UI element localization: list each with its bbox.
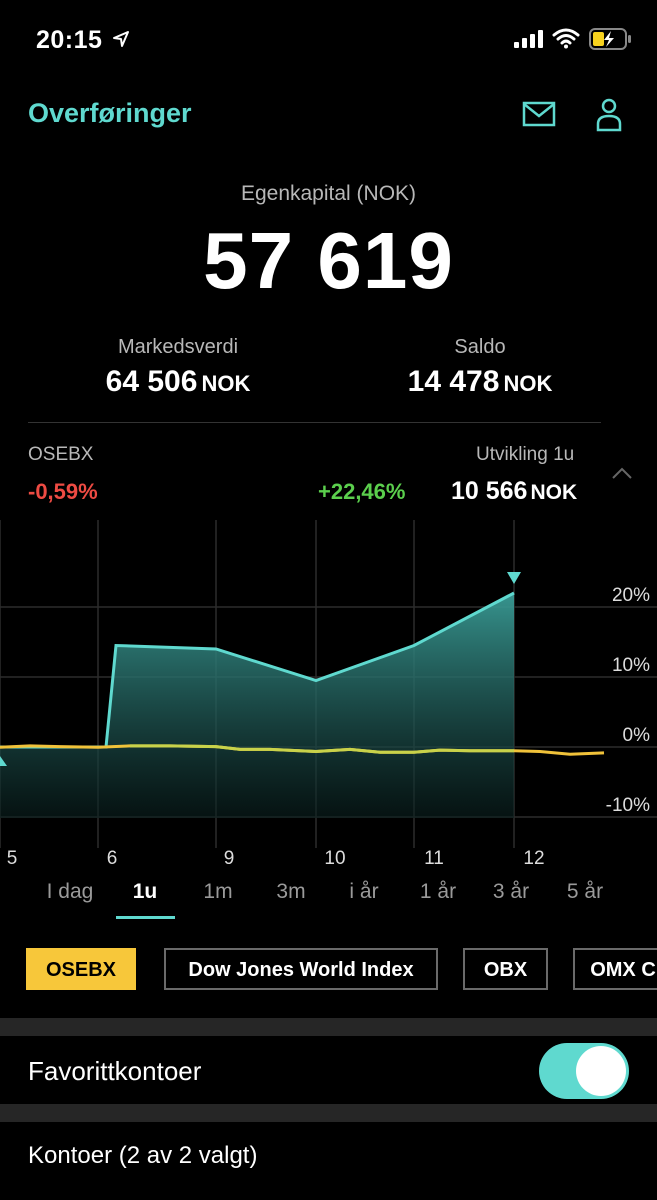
portfolio-end-marker [507,572,521,584]
balance-label: Saldo [454,336,506,358]
period-option[interactable]: 3 år [476,880,546,904]
favorites-row: Favorittkontoer [0,1036,657,1104]
market-value-value: 64 506 NOK [105,365,251,398]
favorites-label: Favorittkontoer [28,1056,202,1086]
user-profile-icon[interactable] [595,98,623,132]
market-value-stat: Markedsverdi 64 506 NOK [14,336,342,399]
y-tick-label: 10% [612,655,650,676]
index-name: OSEBX [28,444,94,465]
wifi-icon [552,28,580,49]
performance-chart[interactable]: 20% 10% 0% -10% 5 6 9 10 11 12 [0,520,657,880]
y-tick-label: 0% [623,725,651,746]
x-tick-label: 11 [424,848,444,869]
index-chip[interactable]: OMX C [573,948,657,990]
development-label: Utvikling 1u [476,444,575,465]
chevron-up-icon[interactable] [611,466,633,480]
accounts-row[interactable]: Kontoer (2 av 2 valgt) [0,1122,657,1200]
x-tick-label: 6 [107,848,118,869]
toggle-knob [576,1046,626,1096]
transfers-link[interactable]: Overføringer [28,98,192,129]
index-chips: OSEBX Dow Jones World Index OBX OMX C [0,948,657,992]
accounts-label: Kontoer (2 av 2 valgt) [28,1142,258,1169]
x-tick-label: 9 [224,848,235,869]
index-chip[interactable]: OBX [463,948,548,990]
mail-icon[interactable] [522,101,556,127]
period-option[interactable]: 5 år [550,880,620,904]
divider [28,422,601,423]
equity-value: 57 619 [203,216,454,305]
index-chip[interactable]: OSEBX [26,948,136,990]
period-option[interactable]: I dag [35,880,105,904]
period-option[interactable]: 1 år [403,880,473,904]
period-option[interactable]: 1u [110,880,180,904]
location-arrow-icon [113,31,129,47]
balance-stat: Saldo 14 478 NOK [316,336,644,399]
development-change: +22,46% [318,479,406,504]
y-tick-label: 20% [612,585,650,606]
status-time: 20:15 [36,26,103,54]
period-selector: I dag 1u 1m 3m i år 1 år 3 år 5 år [0,880,657,920]
battery-charging-icon [589,28,631,50]
period-option[interactable]: i år [329,880,399,904]
equity-label: Egenkapital (NOK) [240,182,417,205]
period-option[interactable]: 3m [256,880,326,904]
index-chip[interactable]: Dow Jones World Index [164,948,438,990]
balance-value: 14 478 NOK [407,365,553,398]
period-option[interactable]: 1m [183,880,253,904]
x-tick-label: 12 [523,848,544,869]
index-change: -0,59% [28,479,98,504]
development-value: 10 566 NOK [451,477,578,505]
status-bar: 20:15 [0,0,657,80]
active-period-underline [116,916,175,919]
favorites-toggle[interactable] [539,1043,629,1099]
x-tick-label: 5 [7,848,18,869]
y-tick-label: -10% [606,795,650,816]
x-tick-label: 10 [324,848,345,869]
cellular-signal-icon [514,30,543,48]
market-value-label: Markedsverdi [117,336,239,358]
portfolio-area [0,593,514,818]
